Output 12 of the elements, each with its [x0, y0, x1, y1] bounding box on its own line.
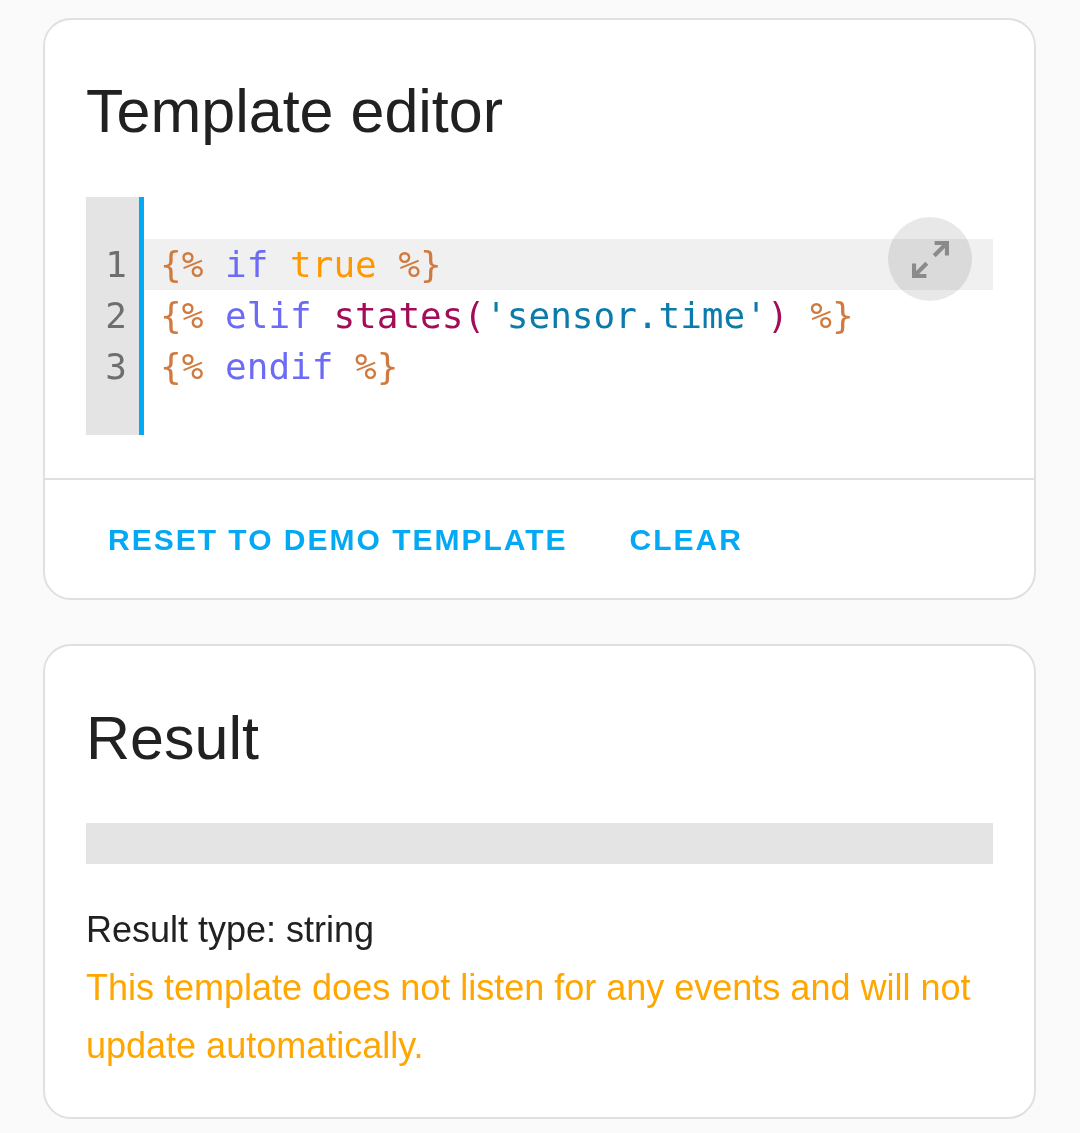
code-line: {% elif states('sensor.time') %}: [159, 294, 855, 338]
warning-text: This template does not listen for any events and will not update automatically.: [86, 966, 972, 1068]
text-button[interactable]: CLEAR: [608, 492, 764, 586]
text-button[interactable]: RESET TO DEMO TEMPLATE: [87, 492, 589, 586]
expand-icon: [911, 240, 949, 278]
code-editor[interactable]: 1 2 3 {% if true %} {% elif states('sensor.time') %} {% endif %}: [86, 197, 993, 435]
line-number: 3: [104, 345, 128, 389]
line-number: 2: [104, 294, 128, 338]
result-type-text: Result type: string: [86, 908, 376, 952]
line-number: 1: [104, 243, 128, 287]
card-title: Result: [86, 708, 260, 769]
code-line: {% endif %}: [159, 345, 400, 389]
